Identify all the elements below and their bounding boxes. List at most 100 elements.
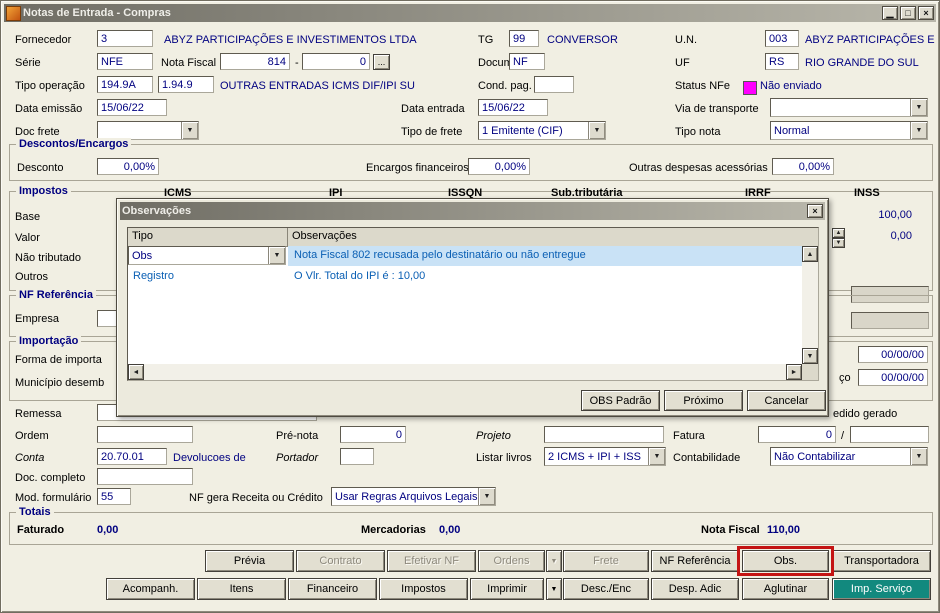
doc-completo-input[interactable] — [97, 468, 193, 485]
uf-code-input[interactable]: RS — [765, 53, 799, 70]
vertical-scrollbar[interactable]: ▲ ▼ — [802, 246, 818, 364]
financeiro-button[interactable]: Financeiro — [288, 578, 377, 600]
col-header-observacoes[interactable]: Observações — [288, 228, 818, 246]
documento-input[interactable]: NF — [509, 53, 545, 70]
nota-fiscal-input[interactable]: 814 — [220, 53, 290, 70]
outras-despesas-input[interactable]: 0,00% — [772, 158, 834, 175]
municipio-label: Município desemb — [15, 377, 105, 389]
transportadora-button[interactable]: Transportadora — [832, 550, 931, 572]
contabilidade-value: Não Contabilizar — [774, 450, 856, 463]
dropdown-icon[interactable]: ▼ — [910, 448, 927, 465]
scrollbar-corner — [802, 364, 818, 380]
scroll-down-icon[interactable]: ▼ — [802, 348, 818, 364]
importacao-data2-input[interactable]: 00/00/00 — [858, 369, 928, 386]
itens-button[interactable]: Itens — [197, 578, 286, 600]
impostos-legend: Impostos — [16, 185, 71, 197]
dropdown-icon[interactable]: ▼ — [910, 99, 927, 116]
imp-servico-button[interactable]: Imp. Serviço — [832, 578, 931, 600]
conta-input[interactable]: 20.70.01 — [97, 448, 167, 465]
col-header-tipo[interactable]: Tipo — [128, 228, 288, 246]
dropdown-icon[interactable]: ▼ — [588, 122, 605, 139]
table-row[interactable]: Obs ▼ Nota Fiscal 802 recusada pelo dest… — [128, 246, 802, 266]
portador-input[interactable] — [340, 448, 374, 465]
impostos-button[interactable]: Impostos — [379, 578, 468, 600]
col-inss: INSS — [854, 187, 880, 199]
data-emissao-input[interactable]: 15/06/22 — [97, 99, 167, 116]
tipo-operacao-code2-input[interactable]: 1.94.9 — [158, 76, 214, 93]
nf-gera-select[interactable]: Usar Regras Arquivos Legais ▼ — [331, 487, 496, 506]
listar-livros-value: 2 ICMS + IPI + ISS — [548, 450, 641, 463]
fatura-input[interactable]: 0 — [758, 426, 836, 443]
desc-enc-button[interactable]: Desc./Enc — [563, 578, 649, 600]
obs-padrao-button[interactable]: OBS Padrão — [581, 390, 660, 411]
conta-label: Conta — [15, 452, 45, 464]
tipo-select-value: Obs — [132, 249, 153, 262]
aglutinar-button[interactable]: Aglutinar — [742, 578, 829, 600]
mod-formulario-input[interactable]: 55 — [97, 488, 131, 505]
scroll-right-icon[interactable]: ► — [786, 364, 802, 380]
minimize-icon[interactable]: ▁ — [882, 6, 898, 20]
dropdown-icon[interactable]: ▼ — [181, 122, 198, 139]
nota-fiscal-lookup-button[interactable]: ... — [373, 54, 390, 70]
tipo-cell: Obs ▼ — [128, 246, 288, 266]
tipo-frete-select[interactable]: 1 Emitente (CIF) ▼ — [478, 121, 606, 140]
observacoes-table: Tipo Observações Obs ▼ Nota Fiscal 802 r… — [127, 227, 819, 381]
nf-gera-label: NF gera Receita ou Crédito — [189, 492, 323, 504]
importacao-data1-input[interactable]: 00/00/00 — [858, 346, 928, 363]
projeto-input[interactable] — [544, 426, 664, 443]
proximo-button[interactable]: Próximo — [664, 390, 743, 411]
un-label: U.N. — [675, 34, 697, 46]
desp-adic-button[interactable]: Desp. Adic — [651, 578, 739, 600]
dropdown-icon[interactable]: ▼ — [648, 448, 665, 465]
totais-legend: Totais — [16, 506, 54, 518]
tipo-select[interactable]: Obs ▼ — [128, 246, 286, 265]
dropdown-icon[interactable]: ▼ — [910, 122, 927, 139]
main-titlebar[interactable]: Notas de Entrada - Compras ▁ □ × — [4, 4, 936, 22]
fatura2-input[interactable] — [850, 426, 929, 443]
observacoes-close-icon[interactable]: × — [807, 204, 823, 218]
close-icon[interactable]: × — [918, 6, 934, 20]
dropdown-icon[interactable]: ▼ — [478, 488, 495, 505]
via-transporte-select[interactable]: ▼ — [770, 98, 928, 117]
obs-button[interactable]: Obs. — [742, 550, 829, 572]
portador-label: Portador — [276, 452, 319, 464]
tipo-operacao-code1-input[interactable]: 194.9A — [97, 76, 153, 93]
desconto-input[interactable]: 0,00% — [97, 158, 159, 175]
serie-input[interactable]: NFE — [97, 53, 153, 70]
maximize-icon[interactable]: □ — [900, 6, 916, 20]
scroll-up-icon[interactable]: ▲ — [832, 228, 845, 238]
ordem-input[interactable] — [97, 426, 193, 443]
horizontal-scrollbar[interactable]: ◄ ► — [128, 364, 802, 380]
cond-pag-input[interactable] — [534, 76, 574, 93]
nf-referencia-button[interactable]: NF Referência — [651, 550, 739, 572]
acompanh-button[interactable]: Acompanh. — [106, 578, 195, 600]
imprimir-dropdown-icon[interactable]: ▼ — [546, 578, 562, 600]
contabilidade-select[interactable]: Não Contabilizar ▼ — [770, 447, 928, 466]
uf-label: UF — [675, 57, 690, 69]
table-row[interactable]: Registro O Vlr. Total do IPI é : 10,00 — [128, 267, 802, 287]
un-code-input[interactable]: 003 — [765, 30, 799, 47]
observacoes-titlebar[interactable]: Observações × — [120, 202, 825, 220]
scroll-up-icon[interactable]: ▲ — [802, 246, 818, 262]
dropdown-icon[interactable]: ▼ — [268, 247, 285, 264]
scroll-left-icon[interactable]: ◄ — [128, 364, 144, 380]
pre-nota-input[interactable]: 0 — [340, 426, 406, 443]
tipo-nota-select[interactable]: Normal ▼ — [770, 121, 928, 140]
encargos-input[interactable]: 0,00% — [468, 158, 530, 175]
fornecedor-code-input[interactable]: 3 — [97, 30, 153, 47]
faturado-label: Faturado — [17, 524, 65, 536]
impostos-row-nao-tributado: Não tributado — [15, 252, 82, 264]
listar-livros-select[interactable]: 2 ICMS + IPI + ISS ▼ — [544, 447, 666, 466]
scroll-down-icon[interactable]: ▼ — [832, 238, 845, 248]
imprimir-button[interactable]: Imprimir — [470, 578, 544, 600]
status-nfe-value: Não enviado — [760, 80, 822, 92]
fatura-label: Fatura — [673, 430, 705, 442]
tg-code-input[interactable]: 99 — [509, 30, 539, 47]
previa-button[interactable]: Prévia — [205, 550, 294, 572]
nota-fiscal-sub-input[interactable]: 0 — [302, 53, 370, 70]
cancelar-button[interactable]: Cancelar — [747, 390, 826, 411]
doc-frete-label: Doc frete — [15, 126, 60, 138]
inss-base-value: 100,00 — [878, 209, 912, 221]
data-entrada-input[interactable]: 15/06/22 — [478, 99, 548, 116]
frete-button: Frete — [563, 550, 649, 572]
